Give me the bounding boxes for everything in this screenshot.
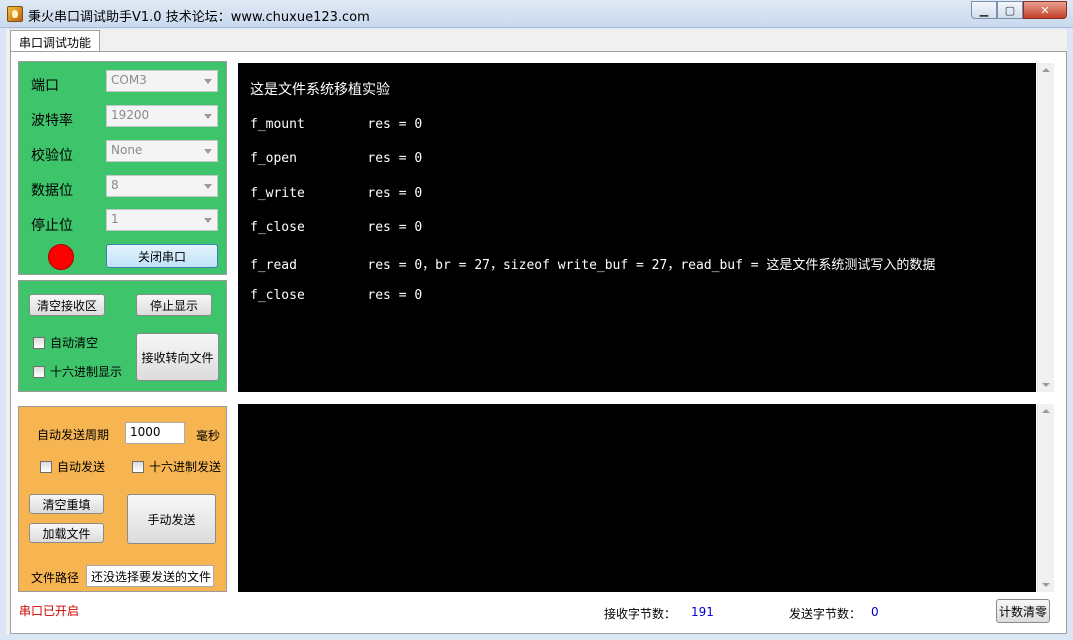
port-status-led: [48, 244, 74, 270]
port-settings-panel: 端口 COM3 波特率 19200 校验位 None 数据位 8 停止位 1 关…: [18, 61, 227, 275]
databits-value: 8: [111, 178, 119, 192]
clear-receive-button[interactable]: 清空接收区: [29, 294, 105, 316]
tab-serial-debug[interactable]: 串口调试功能: [10, 30, 101, 52]
load-file-button[interactable]: 加载文件: [29, 523, 104, 543]
close-button[interactable]: ✕: [1023, 1, 1067, 19]
dropdown-arrow-icon: [204, 218, 212, 223]
hex-send-label: 十六进制发送: [149, 460, 222, 474]
port-value: COM3: [111, 73, 147, 87]
tab-page: 端口 COM3 波特率 19200 校验位 None 数据位 8 停止位 1 关…: [10, 51, 1067, 634]
parity-value: None: [111, 143, 143, 157]
auto-send-checkbox[interactable]: 自动发送: [40, 458, 105, 475]
receive-line: f_close res = 0: [250, 288, 423, 303]
dropdown-arrow-icon: [204, 79, 212, 84]
port-status-text: 串口已开启: [19, 604, 80, 618]
receive-line: f_close res = 0: [250, 220, 423, 235]
baud-select[interactable]: 19200: [106, 105, 218, 127]
client-area: 串口调试功能 端口 COM3 波特率 19200 校验位 None 数据位 8 …: [6, 29, 1067, 634]
receive-line: f_open res = 0: [250, 151, 423, 166]
hex-display-checkbox[interactable]: 十六进制显示: [33, 363, 122, 380]
manual-send-button[interactable]: 手动发送: [127, 494, 216, 544]
receive-text-area[interactable]: 这是文件系统移植实验 f_mount res = 0 f_open res = …: [238, 63, 1036, 392]
rx-bytes-value: 191: [691, 605, 714, 619]
scroll-down-icon[interactable]: [1042, 583, 1050, 587]
receive-line: 这是文件系统移植实验: [250, 82, 390, 98]
stopbits-label: 停止位: [31, 218, 73, 234]
receive-controls-panel: 清空接收区 停止显示 自动清空 十六进制显示 接收转向文件: [18, 280, 227, 392]
stop-display-button[interactable]: 停止显示: [136, 294, 212, 316]
parity-label: 校验位: [31, 148, 73, 164]
scroll-down-icon[interactable]: [1042, 383, 1050, 387]
auto-send-period-label: 自动发送周期: [37, 428, 110, 442]
send-scrollbar[interactable]: [1037, 404, 1054, 592]
receive-line: f_write res = 0: [250, 186, 423, 201]
databits-select[interactable]: 8: [106, 175, 218, 197]
reset-count-button[interactable]: 计数清零: [996, 599, 1050, 623]
send-controls-panel: 自动发送周期 1000 毫秒 自动发送 十六进制发送 清空重填 加载文件 手动发…: [18, 406, 227, 592]
checkbox-box[interactable]: [33, 336, 45, 349]
dropdown-arrow-icon: [204, 184, 212, 189]
dropdown-arrow-icon: [204, 114, 212, 119]
app-logo-icon: [7, 6, 23, 22]
minimize-button[interactable]: ▁: [971, 1, 997, 19]
dropdown-arrow-icon: [204, 149, 212, 154]
baud-label: 波特率: [31, 113, 73, 129]
window-controls: ▁ ▢ ✕: [971, 1, 1067, 19]
close-port-button[interactable]: 关闭串口: [106, 244, 218, 268]
period-unit: 毫秒: [196, 429, 221, 443]
checkbox-box[interactable]: [40, 460, 52, 473]
clear-refill-button[interactable]: 清空重填: [29, 494, 104, 514]
hex-send-checkbox[interactable]: 十六进制发送: [132, 458, 221, 475]
window-title: 秉火串口调试助手V1.0 技术论坛：www.chuxue123.com: [28, 10, 370, 25]
port-label: 端口: [31, 78, 59, 94]
maximize-button[interactable]: ▢: [997, 1, 1023, 19]
databits-label: 数据位: [31, 183, 73, 199]
receive-scrollbar[interactable]: [1037, 63, 1054, 392]
checkbox-box[interactable]: [33, 365, 45, 378]
parity-select[interactable]: None: [106, 140, 218, 162]
receive-line: f_mount res = 0: [250, 117, 423, 132]
scroll-up-icon[interactable]: [1042, 68, 1050, 72]
tx-bytes-value: 0: [871, 605, 879, 619]
auto-send-label: 自动发送: [57, 460, 106, 474]
tx-bytes-label: 发送字节数：: [789, 607, 862, 621]
scroll-up-icon[interactable]: [1042, 409, 1050, 413]
file-path-label: 文件路径: [31, 571, 80, 585]
auto-clear-checkbox[interactable]: 自动清空: [33, 334, 98, 351]
port-select[interactable]: COM3: [106, 70, 218, 92]
stopbits-value: 1: [111, 212, 119, 226]
stopbits-select[interactable]: 1: [106, 209, 218, 231]
file-path-input[interactable]: 还没选择要发送的文件: [86, 565, 214, 587]
send-text-area[interactable]: [238, 404, 1036, 592]
auto-clear-label: 自动清空: [50, 336, 99, 350]
baud-value: 19200: [111, 108, 150, 122]
auto-send-period-input[interactable]: 1000: [125, 422, 185, 444]
hex-display-label: 十六进制显示: [50, 365, 123, 379]
rx-bytes-label: 接收字节数：: [604, 607, 677, 621]
title-bar: 秉火串口调试助手V1.0 技术论坛：www.chuxue123.com ▁ ▢ …: [0, 0, 1073, 28]
checkbox-box[interactable]: [132, 460, 144, 473]
receive-line: f_read res = 0，br = 27，sizeof write_buf …: [250, 258, 936, 273]
receive-to-file-button[interactable]: 接收转向文件: [136, 333, 219, 381]
